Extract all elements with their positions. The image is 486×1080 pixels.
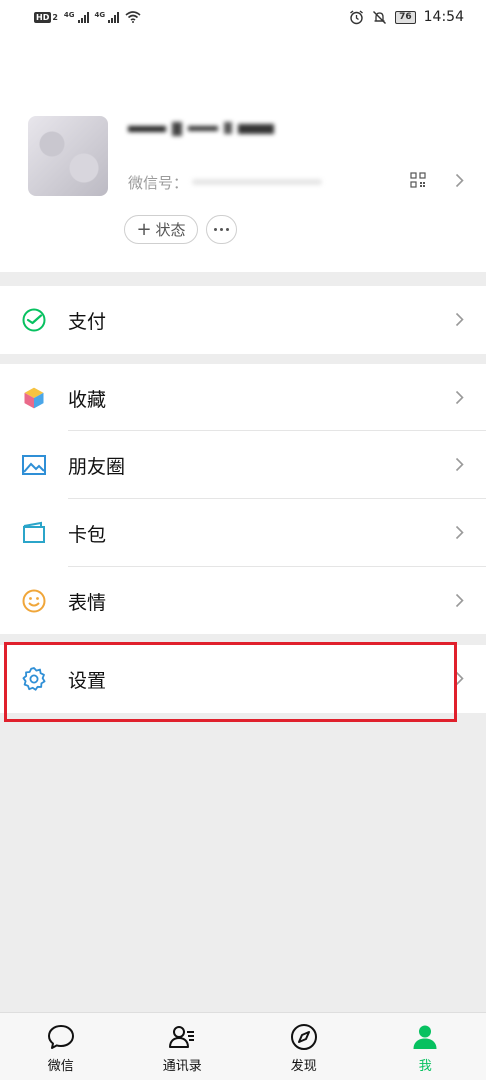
person-icon [413,1025,437,1049]
tab-discover[interactable]: 发现 [243,1013,365,1080]
battery-level: 76 [395,10,416,24]
mute-bell-icon [373,10,387,24]
wechat-id-redacted [192,179,322,185]
tab-label-chats: 微信 [47,1059,74,1074]
status-bar: HD 2 4G 4G 76 14:54 [0,0,486,34]
chevron-right-icon[interactable] [455,173,464,188]
menu-label-stickers: 表情 [68,591,107,614]
status-button-label: 状态 [155,221,186,239]
picture-icon [20,451,48,479]
more-status-button[interactable] [206,215,237,244]
alarm-icon [350,9,364,24]
tab-contacts[interactable]: 通讯录 [122,1013,244,1080]
menu-label-moments: 朋友圈 [68,455,126,478]
chevron-right-icon [455,457,464,472]
signal-icon [108,11,120,23]
wechat-id-label: 微信号： [128,174,189,192]
chat-bubble-icon [47,1025,74,1049]
chevron-right-icon [455,312,464,327]
menu-item-pay[interactable]: 支付 [0,286,486,354]
wifi-icon [125,11,141,23]
features-group: 收藏 朋友圈 卡包 表情 [0,364,486,634]
compass-icon [290,1024,317,1050]
wallet-icon [20,519,48,547]
menu-label-pay: 支付 [68,310,107,333]
chevron-right-icon [455,525,464,540]
hd-sub: 2 [52,12,58,22]
menu-label-cards: 卡包 [68,523,107,546]
menu-item-moments[interactable]: 朋友圈 [0,431,486,499]
tab-chats[interactable]: 微信 [0,1013,122,1080]
network-type-1: 4G [63,11,75,19]
highlight-annotation-box [4,642,457,722]
chevron-right-icon [455,390,464,405]
network-type-2: 4G [94,11,106,19]
nickname-redacted [128,118,278,140]
avatar[interactable] [28,116,108,196]
bottom-tab-bar: 微信 通讯录 发现 我 [0,1012,486,1080]
add-status-button[interactable]: + 状态 [124,215,198,244]
hd-badge: HD [34,11,52,23]
menu-item-cards[interactable]: 卡包 [0,499,486,567]
chevron-right-icon [455,593,464,608]
qr-code-icon[interactable] [410,172,426,188]
cube-icon [20,384,48,412]
tab-me[interactable]: 我 [365,1013,486,1080]
clock: 14:54 [423,9,464,25]
wechat-pay-icon [20,306,48,334]
tab-label-contacts: 通讯录 [162,1059,202,1074]
menu-label-favorites: 收藏 [68,388,107,411]
signal-icon [77,11,89,23]
menu-item-favorites[interactable]: 收藏 [0,364,486,432]
menu-item-stickers[interactable]: 表情 [0,567,486,635]
tab-label-me: 我 [418,1059,432,1074]
pay-group: 支付 [0,286,486,354]
tab-label-discover: 发现 [290,1059,317,1074]
smiley-icon [20,587,48,615]
plus-icon: + [136,218,152,240]
profile-header[interactable]: 微信号： + 状态 [0,34,486,272]
contacts-icon [169,1026,195,1048]
